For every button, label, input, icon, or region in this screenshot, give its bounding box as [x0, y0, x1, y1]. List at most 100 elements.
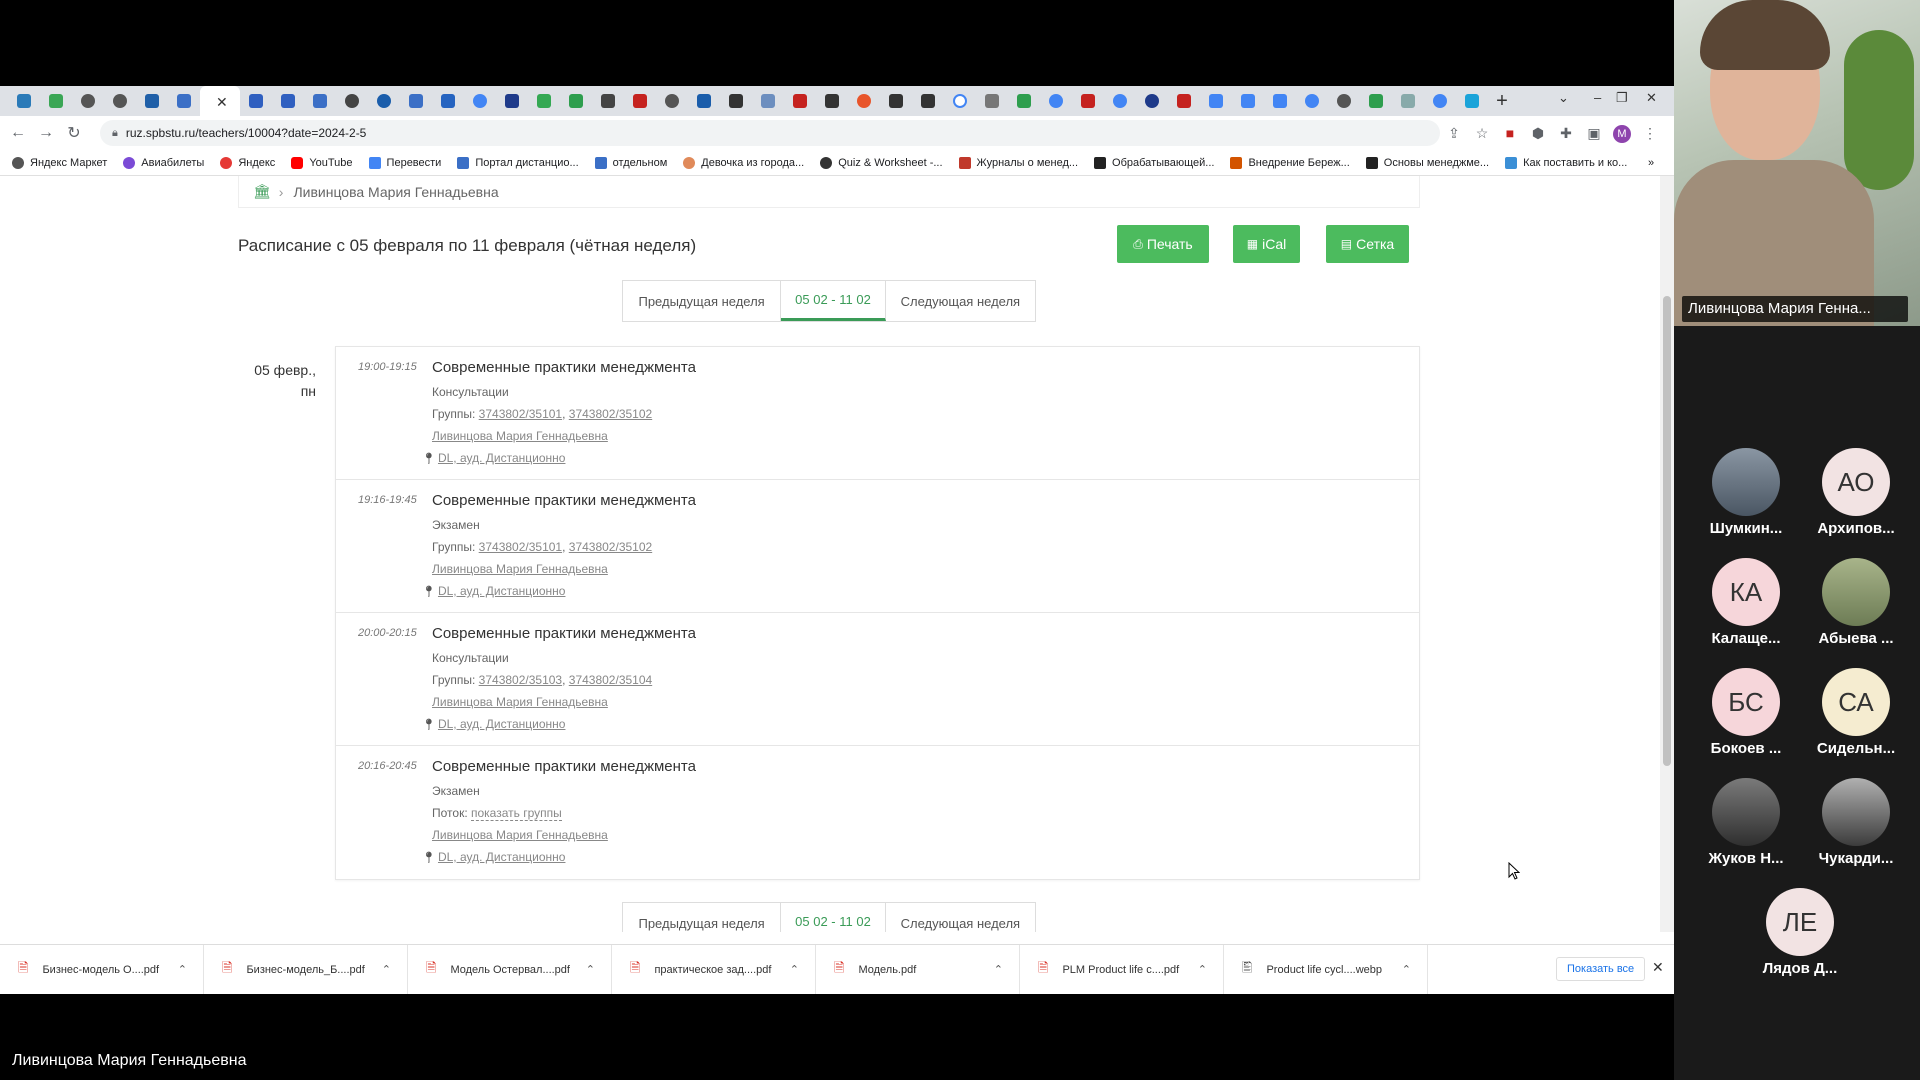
participant-tile[interactable]: БС Бокоев ...	[1696, 668, 1796, 757]
tab[interactable]	[784, 86, 816, 116]
teacher-link[interactable]: Ливинцова Мария Геннадьевна	[432, 695, 608, 709]
tab[interactable]	[1072, 86, 1104, 116]
download-item[interactable]: 🗎︎ Бизнес-модель О....pdf ⌃	[0, 944, 204, 994]
teacher-link[interactable]: Ливинцова Мария Геннадьевна	[432, 562, 608, 576]
minimize-icon[interactable]: –	[1594, 90, 1601, 105]
close-window-icon[interactable]: ✕	[1646, 90, 1657, 106]
tab[interactable]	[880, 86, 912, 116]
tab[interactable]	[848, 86, 880, 116]
tab[interactable]	[752, 86, 784, 116]
teacher-link[interactable]: Ливинцова Мария Геннадьевна	[432, 828, 608, 842]
prev-week-button[interactable]: Предыдущая неделя	[623, 903, 782, 932]
tab[interactable]	[368, 86, 400, 116]
tab[interactable]	[400, 86, 432, 116]
chevron-up-icon[interactable]: ⌃	[1198, 963, 1207, 976]
close-icon[interactable]: ✕	[216, 94, 230, 110]
profile-avatar-button[interactable]: M	[1608, 124, 1636, 143]
show-all-downloads-button[interactable]: Показать все	[1556, 957, 1646, 981]
tab[interactable]	[464, 86, 496, 116]
tab[interactable]	[72, 86, 104, 116]
tab[interactable]	[272, 86, 304, 116]
participant-tile[interactable]: ЛЕ Лядов Д...	[1750, 888, 1850, 977]
download-item[interactable]: 🗎︎ Модель.pdf ⌃	[816, 944, 1020, 994]
participant-tile[interactable]: Чукарди...	[1806, 778, 1906, 867]
tab[interactable]	[720, 86, 752, 116]
print-button[interactable]: ⎙ Печать	[1117, 225, 1209, 263]
bookmark-item[interactable]: Портал дистанцио...	[457, 156, 579, 169]
tab[interactable]	[1456, 86, 1488, 116]
tab[interactable]	[688, 86, 720, 116]
download-item[interactable]: 🗎︎ PLM Product life c....pdf ⌃	[1020, 944, 1224, 994]
bookmark-item[interactable]: Яндекс	[220, 156, 275, 169]
bookmark-item[interactable]: Журналы о менед...	[958, 156, 1078, 169]
chevron-up-icon[interactable]: ⌃	[790, 963, 799, 976]
tab[interactable]	[656, 86, 688, 116]
tab[interactable]	[944, 86, 976, 116]
tab[interactable]	[496, 86, 528, 116]
group-link[interactable]: 3743802/35103	[479, 673, 562, 687]
tab[interactable]	[304, 86, 336, 116]
tab-search-icon[interactable]: ⌄	[1558, 90, 1569, 106]
participant-tile[interactable]: Шумкин...	[1696, 448, 1796, 537]
tab[interactable]	[1360, 86, 1392, 116]
tab[interactable]	[240, 86, 272, 116]
prev-week-button[interactable]: Предыдущая неделя	[623, 281, 782, 321]
tab[interactable]	[336, 86, 368, 116]
group-link[interactable]: 3743802/35104	[569, 673, 652, 687]
tab[interactable]	[1200, 86, 1232, 116]
tab[interactable]	[816, 86, 848, 116]
tab[interactable]	[1328, 86, 1360, 116]
chevron-up-icon[interactable]: ⌃	[1402, 963, 1411, 976]
tab[interactable]	[432, 86, 464, 116]
participant-tile[interactable]: КА Калаще...	[1696, 558, 1796, 647]
back-arrow-icon[interactable]: ←	[4, 124, 32, 142]
participant-tile[interactable]: Абыева ...	[1806, 558, 1906, 647]
tab[interactable]	[136, 86, 168, 116]
tab[interactable]	[528, 86, 560, 116]
bookmark-item[interactable]: Яндекс Маркет	[12, 156, 107, 169]
place-link[interactable]: DL, ауд. Дистанционно	[438, 850, 566, 864]
new-tab-button[interactable]: +	[1488, 90, 1516, 113]
teacher-link[interactable]: Ливинцова Мария Геннадьевна	[432, 429, 608, 443]
participant-tile[interactable]: СА Сидельн...	[1806, 668, 1906, 757]
tab[interactable]	[104, 86, 136, 116]
restore-icon[interactable]: ❐	[1616, 90, 1628, 106]
reload-icon[interactable]: ↻	[60, 123, 88, 143]
bookmark-item[interactable]: отдельном	[594, 156, 667, 169]
tab[interactable]	[1136, 86, 1168, 116]
tab[interactable]	[1168, 86, 1200, 116]
group-link[interactable]: 3743802/35101	[479, 407, 562, 421]
tab[interactable]	[1296, 86, 1328, 116]
tab[interactable]	[912, 86, 944, 116]
bookmark-item[interactable]: Авиабилеты	[123, 156, 204, 169]
tab[interactable]	[1392, 86, 1424, 116]
tab[interactable]	[40, 86, 72, 116]
show-groups-link[interactable]: показать группы	[471, 806, 562, 821]
close-icon[interactable]: ✕	[1652, 959, 1664, 976]
place-link[interactable]: DL, ауд. Дистанционно	[438, 451, 566, 465]
grid-button[interactable]: ▤ Сетка	[1326, 225, 1409, 263]
forward-arrow-icon[interactable]: →	[32, 124, 60, 142]
tab[interactable]	[976, 86, 1008, 116]
group-link[interactable]: 3743802/35102	[569, 540, 652, 554]
bookmark-item[interactable]: Как поставить и ко...	[1505, 156, 1627, 169]
next-week-button[interactable]: Следующая неделя	[886, 281, 1035, 321]
bookmark-item[interactable]: Девочка из города...	[683, 156, 804, 169]
tab[interactable]	[560, 86, 592, 116]
next-week-button[interactable]: Следующая неделя	[886, 903, 1035, 932]
participant-tile[interactable]: Жуков Н...	[1696, 778, 1796, 867]
tab[interactable]	[1424, 86, 1456, 116]
bookmark-item[interactable]: Обрабатывающей...	[1094, 156, 1214, 169]
extensions-puzzle-icon[interactable]: ✚	[1552, 125, 1580, 142]
address-bar[interactable]: 🔒︎ ruz.spbstu.ru/teachers/10004?date=202…	[100, 120, 1440, 146]
tab[interactable]	[8, 86, 40, 116]
chevron-up-icon[interactable]: ⌃	[586, 963, 595, 976]
pdf-extension-icon[interactable]: ■	[1496, 125, 1524, 141]
group-link[interactable]: 3743802/35101	[479, 540, 562, 554]
share-icon[interactable]: ⇪	[1440, 125, 1468, 142]
download-item[interactable]: 🗎︎ Бизнес-модель_Б....pdf ⌃	[204, 944, 408, 994]
tab[interactable]	[592, 86, 624, 116]
download-item[interactable]: 🖺︎ Product life cycl....webp ⌃	[1224, 944, 1428, 994]
bookmark-item[interactable]: Внедрение Береж...	[1230, 156, 1350, 169]
kebab-menu-icon[interactable]: ⋮	[1636, 125, 1664, 142]
